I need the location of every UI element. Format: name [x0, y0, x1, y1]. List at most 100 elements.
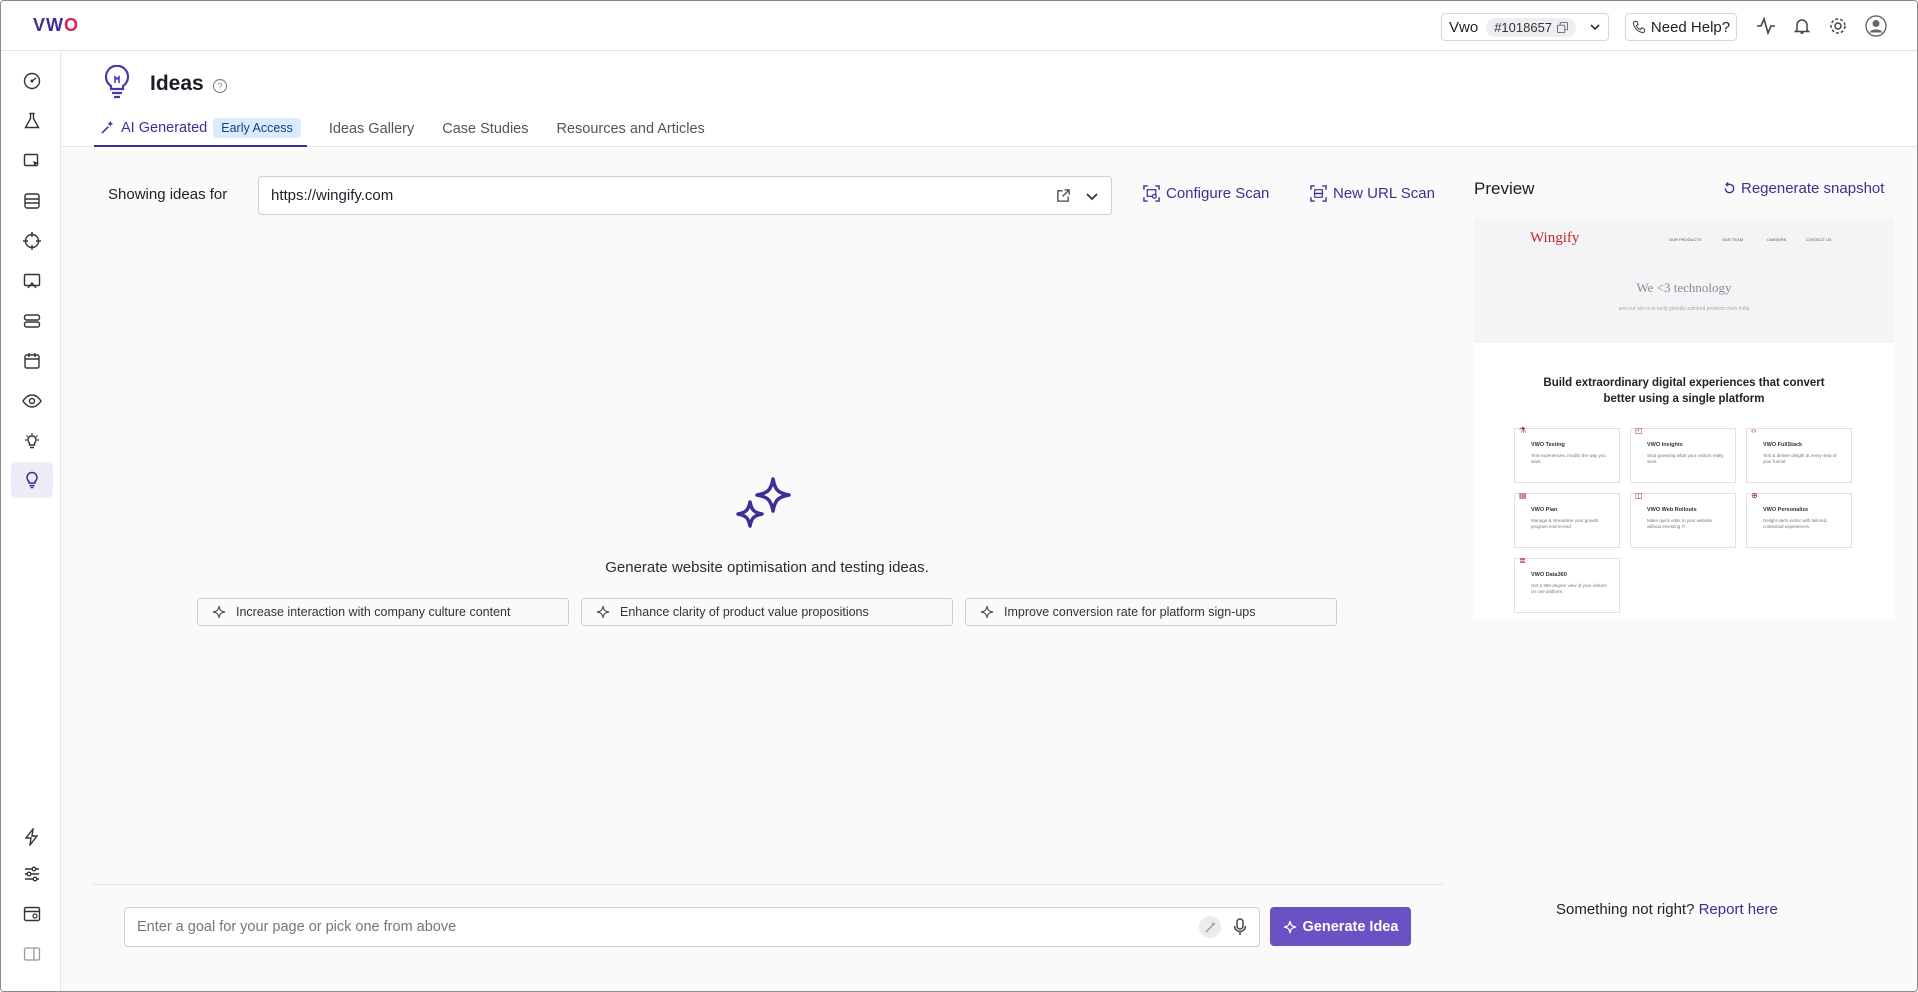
help-circle-icon[interactable]: ?: [212, 78, 228, 94]
magic-wand-icon[interactable]: [1199, 916, 1221, 938]
snapshot-product-card: ‹› VWO FullStack Test & deliver delight at…: [1746, 427, 1852, 483]
sparkle-icon: [980, 605, 994, 619]
bell-icon[interactable]: [1791, 15, 1813, 37]
browser-card-icon[interactable]: [11, 896, 53, 932]
chevron-down-icon: [1590, 24, 1600, 31]
flask-icon: ⚗: [1519, 426, 1527, 435]
new-url-scan-label: New URL Scan: [1333, 185, 1435, 202]
vwo-logo[interactable]: VWO: [33, 15, 79, 36]
generate-idea-label: Generate Idea: [1302, 918, 1399, 935]
tab-ai-generated[interactable]: AI Generated Early Access: [94, 110, 307, 147]
snapshot-product-card: ▤ VWO Plan Manage & streamline your growth…: [1514, 491, 1620, 548]
calendar-icon[interactable]: [11, 343, 53, 379]
copy-icon[interactable]: [1557, 21, 1569, 33]
suggestion-text: Increase interaction with company cultur…: [236, 605, 511, 619]
snapshot-brand: Wingify: [1530, 230, 1580, 246]
goal-input-placeholder: Enter a goal for your page or pick one f…: [137, 919, 457, 935]
survey-icon[interactable]: [11, 263, 53, 299]
eye-icon[interactable]: [11, 383, 53, 419]
configure-scan-label: Configure Scan: [1166, 185, 1270, 202]
suggestion-chip[interactable]: Enhance clarity of product value proposi…: [581, 598, 953, 626]
goal-input[interactable]: Enter a goal for your page or pick one f…: [124, 907, 1260, 947]
pointer-icon[interactable]: [11, 143, 53, 179]
target-icon[interactable]: [11, 223, 53, 259]
new-url-scan-button[interactable]: New URL Scan: [1310, 185, 1435, 202]
lightbulb-icon[interactable]: [11, 462, 53, 498]
tab-case-studies[interactable]: Case Studies: [436, 110, 534, 147]
lightning-icon[interactable]: [11, 819, 53, 855]
feedback-row: Something not right? Report here: [1556, 901, 1778, 918]
chevron-down-icon[interactable]: [1085, 189, 1099, 203]
snapshot-hero-subtitle: and our aim is to build globally admired…: [1618, 306, 1750, 312]
top-bar: VWO Vwo #1018657 Need Help?: [1, 1, 1917, 51]
app-window: VWO Vwo #1018657 Need Help? Ideas ? AI G…: [0, 0, 1918, 992]
url-select[interactable]: https://wingify.com: [258, 176, 1112, 215]
snapshot-hero-title: We <3 technology: [1636, 280, 1732, 295]
dashboard-icon[interactable]: [11, 63, 53, 99]
database-icon[interactable]: [11, 183, 53, 219]
divider: [93, 884, 1443, 885]
card-desc: Make quick edits to your website without…: [1647, 518, 1713, 529]
snapshot-nav-item: CAREERS: [1767, 237, 1787, 242]
showing-ideas-label: Showing ideas for: [108, 186, 228, 203]
rollout-icon: ◫: [1635, 491, 1643, 500]
sparkle-icon: [596, 605, 610, 619]
phone-icon: [1632, 20, 1646, 34]
need-help-label: Need Help?: [1650, 18, 1731, 36]
suggestion-chip[interactable]: Increase interaction with company cultur…: [197, 598, 569, 626]
early-access-badge: Early Access: [213, 117, 301, 138]
tab-resources-articles-label: Resources and Articles: [556, 120, 705, 137]
suggestion-chip[interactable]: Improve conversion rate for platform sig…: [965, 598, 1337, 626]
panel-toggle-icon[interactable]: [11, 936, 53, 972]
website-snapshot: Wingify OUR PRODUCTS OUR TEAM CAREERS CO…: [1474, 219, 1894, 619]
card-name: VWO Insights: [1647, 442, 1683, 448]
snapshot-product-card: ≣ VWO Data360 Get a 360-degree view of you…: [1514, 556, 1620, 613]
regenerate-snapshot-button[interactable]: Regenerate snapshot: [1723, 180, 1884, 197]
lightbulb-rays-icon[interactable]: [11, 423, 53, 459]
insights-icon: ◰: [1635, 426, 1643, 435]
magic-sparkle-icon: [101, 120, 114, 134]
suggestion-text: Enhance clarity of product value proposi…: [620, 605, 869, 619]
activity-icon[interactable]: [1755, 15, 1777, 37]
snapshot-nav-item: CONTACT US: [1806, 237, 1832, 242]
calendar-icon: ▤: [1519, 491, 1527, 500]
card-name: VWO Data360: [1531, 572, 1567, 578]
tab-ideas-gallery-label: Ideas Gallery: [328, 120, 415, 137]
database-icon: ≣: [1519, 556, 1526, 565]
refresh-icon: [1724, 182, 1735, 194]
snapshot-product-card: ◰ VWO Insights Stop guessing what your vis…: [1630, 426, 1736, 483]
sliders-icon[interactable]: [11, 856, 53, 892]
card-name: VWO Web Rollouts: [1647, 507, 1697, 513]
account-switcher[interactable]: Vwo #1018657: [1441, 13, 1609, 41]
configure-scan-button[interactable]: Configure Scan: [1143, 185, 1269, 202]
gear-icon[interactable]: [1827, 15, 1849, 37]
server-icon[interactable]: [11, 303, 53, 339]
page-title: Ideas: [150, 72, 204, 95]
need-help-button[interactable]: Need Help?: [1625, 13, 1737, 41]
feedback-text: Something not right?: [1556, 901, 1695, 918]
card-name: VWO Testing: [1531, 442, 1565, 448]
user-avatar-icon[interactable]: [1865, 15, 1887, 37]
tab-ideas-gallery[interactable]: Ideas Gallery: [323, 110, 420, 147]
report-here-link[interactable]: Report here: [1699, 901, 1778, 918]
card-desc: Delight each visitor with tailored, cont…: [1763, 518, 1828, 529]
regenerate-snapshot-label: Regenerate snapshot: [1741, 180, 1885, 197]
flask-icon[interactable]: [11, 103, 53, 139]
generate-idea-button[interactable]: Generate Idea: [1270, 907, 1411, 946]
scan-icon: [1310, 185, 1327, 202]
preview-title: Preview: [1474, 179, 1535, 198]
snapshot-section-title: Build extraordinary digital experiences …: [1543, 377, 1825, 405]
external-link-icon[interactable]: [1056, 188, 1071, 203]
snapshot-product-card: ⚗ VWO Testing Test experiences, modify the…: [1514, 426, 1620, 483]
page-header: Ideas ? AI Generated Early Access Ideas …: [62, 52, 1917, 147]
account-id-badge: #1018657: [1486, 17, 1577, 37]
sparkle-icon: [1283, 920, 1296, 933]
microphone-icon[interactable]: [1233, 918, 1247, 936]
snapshot-nav-item: OUR PRODUCTS: [1669, 237, 1702, 242]
card-desc: Manage & streamline your growth program …: [1531, 518, 1599, 529]
card-desc: Stop guessing what your visitors really …: [1647, 453, 1724, 464]
tab-resources-articles[interactable]: Resources and Articles: [551, 110, 711, 147]
card-name: VWO FullStack: [1763, 442, 1803, 448]
card-desc: Test experiences, modify the way you wan…: [1531, 453, 1606, 464]
card-desc: Test & deliver delight at every step of …: [1763, 453, 1837, 464]
